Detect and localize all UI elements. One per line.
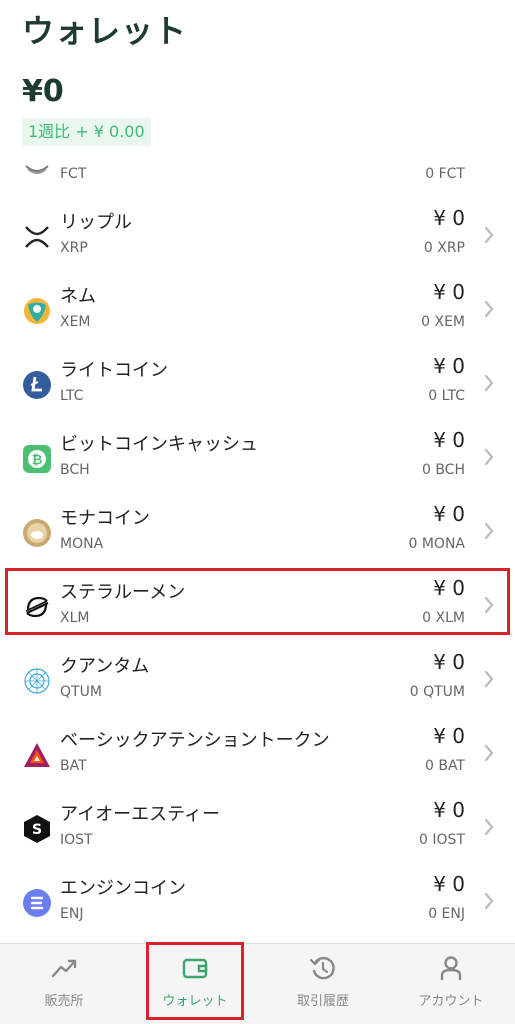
coin-row-enj[interactable]: エンジンコイン ENJ ¥ 0 0 ENJ	[0, 864, 515, 938]
enjin-icon	[23, 889, 51, 917]
litecoin-icon	[23, 371, 51, 399]
coin-symbol: FCT	[60, 166, 87, 182]
coin-name: エンジンコイン	[60, 878, 186, 899]
coin-value: ¥ 0	[433, 502, 465, 526]
svg-text:S: S	[32, 822, 42, 838]
chevron-right-icon	[484, 448, 494, 466]
coin-amount: 0 XEM	[421, 314, 465, 330]
tab-label: 取引履歴	[296, 994, 349, 1009]
tab-label: 販売所	[44, 994, 84, 1009]
coin-amount: 0 IOST	[419, 832, 465, 848]
coin-row-bch[interactable]: ₿ ビットコインキャッシュ BCH ¥ 0 0 BCH	[0, 420, 515, 494]
coin-name: ライトコイン	[60, 360, 168, 381]
coin-row-fct[interactable]: FCT 0 FCT	[0, 148, 515, 198]
coin-symbol: XEM	[60, 314, 91, 330]
ripple-icon	[25, 226, 49, 248]
chevron-right-icon	[484, 522, 494, 540]
monacoin-icon	[23, 519, 51, 547]
coin-value: ¥ 0	[433, 798, 465, 822]
coin-symbol: QTUM	[60, 684, 102, 700]
page-title: ウォレット	[22, 12, 188, 50]
coin-amount: 0 BCH	[421, 462, 465, 478]
coin-symbol: LTC	[60, 388, 84, 404]
highlight-frame	[5, 568, 510, 635]
coin-row-qtum[interactable]: クアンタム QTUM ¥ 0 0 QTUM	[0, 642, 515, 716]
chevron-right-icon	[484, 744, 494, 762]
coin-amount: 0 ENJ	[428, 906, 465, 922]
coin-amount: 0 BAT	[424, 758, 465, 774]
svg-text:₿: ₿	[32, 453, 43, 468]
coin-row-bat[interactable]: ベーシックアテンショントークン BAT ¥ 0 0 BAT	[0, 716, 515, 790]
coin-amount: 0 XRP	[423, 240, 465, 256]
tab-history[interactable]: 取引履歴	[259, 944, 387, 1024]
bitcoin-cash-icon: ₿	[23, 445, 51, 473]
nem-icon	[24, 298, 50, 324]
chevron-right-icon	[484, 892, 494, 910]
coin-value: ¥ 0	[433, 872, 465, 896]
user-icon	[440, 956, 462, 980]
coin-amount: 0 MONA	[408, 536, 465, 552]
chevron-right-icon	[484, 300, 494, 318]
coin-name: クアンタム	[60, 656, 150, 677]
coin-row-mona[interactable]: モナコイン MONA ¥ 0 0 MONA	[0, 494, 515, 568]
coin-symbol: MONA	[60, 536, 104, 552]
coin-row-xrp[interactable]: リップル XRP ¥ 0 0 XRP	[0, 198, 515, 272]
coin-symbol: BCH	[60, 462, 90, 478]
coin-value: ¥ 0	[433, 650, 465, 674]
coin-value: ¥ 0	[433, 724, 465, 748]
coin-name: リップル	[60, 212, 132, 233]
coin-list: FCT 0 FCT リップル XRP ¥ 0 0 XRP ネム XEM ¥ 0 …	[0, 148, 515, 943]
coin-name: ネム	[60, 286, 96, 307]
history-icon	[309, 956, 335, 980]
coin-value: ¥ 0	[433, 280, 465, 304]
coin-row-xem[interactable]: ネム XEM ¥ 0 0 XEM	[0, 272, 515, 346]
coin-value: ¥ 0	[433, 354, 465, 378]
chevron-right-icon	[484, 818, 494, 836]
coin-row-ltc[interactable]: ライトコイン LTC ¥ 0 0 LTC	[0, 346, 515, 420]
tab-label: アカウント	[418, 994, 484, 1009]
weekly-change-badge: 1週比 + ¥ 0.00	[22, 118, 151, 146]
coin-symbol: ENJ	[60, 906, 84, 922]
coin-symbol: BAT	[60, 758, 87, 774]
coin-symbol: XRP	[60, 240, 88, 256]
coin-name: アイオーエスティー	[60, 804, 221, 825]
coin-row-iost[interactable]: S アイオーエスティー IOST ¥ 0 0 IOST	[0, 790, 515, 864]
coin-name: ビットコインキャッシュ	[60, 434, 258, 455]
active-tab-highlight	[146, 942, 244, 1020]
coin-amount: 0 FCT	[425, 166, 465, 182]
bat-icon	[24, 743, 50, 767]
coin-amount: 0 LTC	[428, 388, 465, 404]
chevron-right-icon	[484, 374, 494, 392]
bottom-tab-bar: 販売所 ウォレット 取引履歴 アカウント	[0, 943, 515, 1024]
coin-value: ¥ 0	[433, 206, 465, 230]
qtum-icon	[24, 668, 50, 694]
total-balance: ¥0	[22, 74, 64, 109]
coin-value: ¥ 0	[433, 428, 465, 452]
tab-sales[interactable]: 販売所	[0, 944, 128, 1024]
chevron-right-icon	[484, 670, 494, 688]
factom-icon	[25, 165, 49, 174]
iost-icon: S	[24, 815, 50, 843]
chart-trend-icon	[51, 959, 77, 978]
coin-symbol: IOST	[60, 832, 93, 848]
tab-account[interactable]: アカウント	[387, 944, 515, 1024]
chevron-right-icon	[484, 226, 494, 244]
coin-amount: 0 QTUM	[409, 684, 465, 700]
coin-name: ベーシックアテンショントークン	[60, 730, 330, 751]
coin-name: モナコイン	[60, 508, 150, 529]
